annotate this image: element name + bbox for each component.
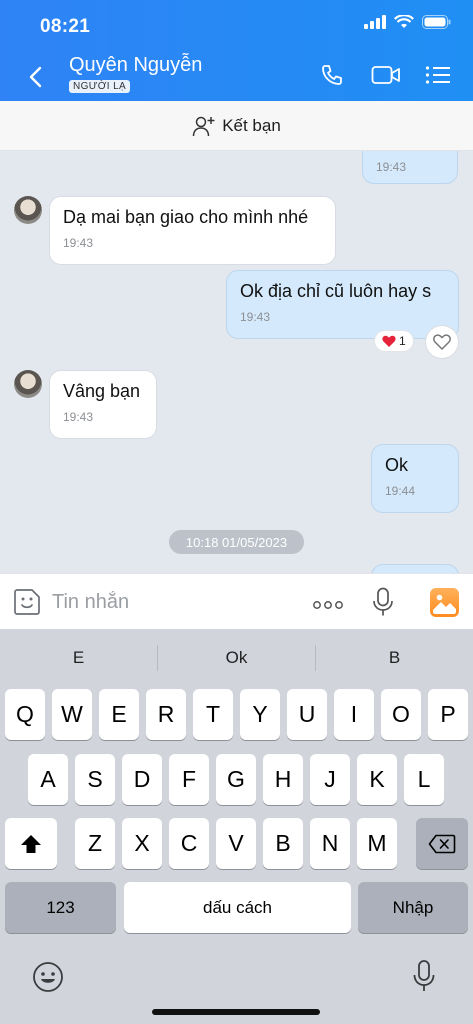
chevron-left-icon	[29, 66, 42, 88]
key-o[interactable]: O	[381, 689, 421, 740]
emoji-keyboard-button[interactable]	[32, 961, 64, 998]
microphone-icon	[373, 587, 393, 616]
space-key[interactable]: dấu cách	[124, 882, 351, 933]
message-bubble-outgoing[interactable]: Ok 19:44	[371, 444, 459, 513]
key-n[interactable]: N	[310, 818, 350, 869]
more-dots-icon	[313, 601, 343, 609]
key-x[interactable]: X	[122, 818, 162, 869]
backspace-key[interactable]	[416, 818, 468, 869]
message-text: Dạ mai bạn giao cho mình nhé	[63, 207, 309, 227]
sticker-icon	[14, 589, 40, 615]
add-friend-button[interactable]: Kết bạn	[0, 101, 473, 151]
list-menu-icon	[425, 66, 450, 84]
heart-outline-icon	[433, 334, 451, 350]
key-v[interactable]: V	[216, 818, 256, 869]
key-q[interactable]: Q	[5, 689, 45, 740]
image-icon	[433, 594, 456, 614]
add-user-icon	[192, 116, 215, 136]
back-button[interactable]	[20, 60, 50, 94]
dictation-button[interactable]	[412, 959, 436, 998]
key-u[interactable]: U	[287, 689, 327, 740]
key-i[interactable]: I	[334, 689, 374, 740]
emoji-icon	[33, 962, 63, 992]
message-bubble-outgoing[interactable]	[371, 564, 459, 573]
key-d[interactable]: D	[122, 754, 162, 805]
sticker-button[interactable]	[13, 588, 41, 621]
shift-arrow-icon	[21, 834, 41, 853]
return-key[interactable]: Nhập	[358, 882, 468, 933]
video-camera-icon	[371, 66, 400, 84]
voice-call-button[interactable]	[318, 62, 346, 88]
wifi-icon	[394, 15, 414, 28]
key-h[interactable]: H	[263, 754, 303, 805]
message-composer	[0, 573, 473, 629]
key-g[interactable]: G	[216, 754, 256, 805]
more-options-button[interactable]	[313, 597, 343, 615]
battery-icon	[422, 15, 451, 29]
key-p[interactable]: P	[428, 689, 468, 740]
image-picker-button[interactable]	[430, 588, 459, 617]
message-time: 19:43	[63, 410, 94, 424]
numbers-key[interactable]: 123	[5, 882, 116, 933]
key-s[interactable]: S	[75, 754, 115, 805]
stranger-badge: NGƯỜI LẠ	[69, 80, 131, 93]
key-z[interactable]: Z	[75, 818, 115, 869]
menu-button[interactable]	[424, 62, 452, 88]
keyboard: E Ok B Q W E R T Y U I O P A S D F G H J…	[0, 629, 473, 1024]
message-time: 19:44	[385, 484, 416, 498]
key-e[interactable]: E	[99, 689, 139, 740]
key-r[interactable]: R	[146, 689, 186, 740]
reaction-badge[interactable]: 1	[375, 331, 413, 351]
key-w[interactable]: W	[52, 689, 92, 740]
cellular-signal-icon	[364, 15, 386, 29]
message-bubble-incoming[interactable]: Dạ mai bạn giao cho mình nhé 19:43	[49, 196, 336, 265]
suggestion-2[interactable]: Ok	[158, 629, 315, 687]
message-time: 19:43	[240, 310, 271, 324]
message-time: 19:43	[63, 236, 94, 250]
heart-icon	[382, 335, 396, 347]
message-bubble-outgoing[interactable]: 19:43	[362, 151, 458, 184]
reaction-count: 1	[399, 334, 406, 348]
home-indicator[interactable]	[152, 1009, 320, 1015]
voice-message-button[interactable]	[372, 587, 394, 622]
microphone-icon	[413, 960, 435, 991]
react-button[interactable]	[426, 326, 458, 358]
contact-name[interactable]: Quyên Nguyễn	[69, 54, 202, 77]
message-bubble-incoming[interactable]: Vâng bạn 19:43	[49, 370, 157, 439]
status-time: 08:21	[40, 16, 91, 37]
suggestion-3[interactable]: B	[316, 629, 473, 687]
chat-header: 08:21 Quyên Nguyễn NGƯỜI LẠ	[0, 0, 473, 101]
key-f[interactable]: F	[169, 754, 209, 805]
add-friend-label: Kết bạn	[222, 115, 281, 135]
key-t[interactable]: T	[193, 689, 233, 740]
key-y[interactable]: Y	[240, 689, 280, 740]
phone-icon	[322, 65, 342, 85]
message-text: Vâng bạn	[63, 381, 141, 401]
message-list[interactable]: 19:43 Dạ mai bạn giao cho mình nhé 19:43…	[0, 151, 473, 573]
key-c[interactable]: C	[169, 818, 209, 869]
video-call-button[interactable]	[370, 62, 402, 88]
contact-avatar[interactable]	[14, 370, 42, 398]
message-bubble-outgoing[interactable]: Ok địa chỉ cũ luôn hay s 19:43	[226, 270, 459, 339]
message-time: 19:43	[376, 160, 407, 174]
backspace-icon	[428, 834, 456, 853]
message-input[interactable]	[52, 588, 292, 616]
key-m[interactable]: M	[357, 818, 397, 869]
status-icons	[364, 15, 451, 29]
key-j[interactable]: J	[310, 754, 350, 805]
shift-key[interactable]	[5, 818, 57, 869]
date-separator: 10:18 01/05/2023	[169, 530, 304, 554]
suggestion-1[interactable]: E	[0, 629, 157, 687]
contact-avatar[interactable]	[14, 196, 42, 224]
key-b[interactable]: B	[263, 818, 303, 869]
key-a[interactable]: A	[28, 754, 68, 805]
message-text: Ok	[385, 455, 409, 475]
message-text: Ok địa chỉ cũ luôn hay s	[240, 281, 432, 301]
key-l[interactable]: L	[404, 754, 444, 805]
key-k[interactable]: K	[357, 754, 397, 805]
